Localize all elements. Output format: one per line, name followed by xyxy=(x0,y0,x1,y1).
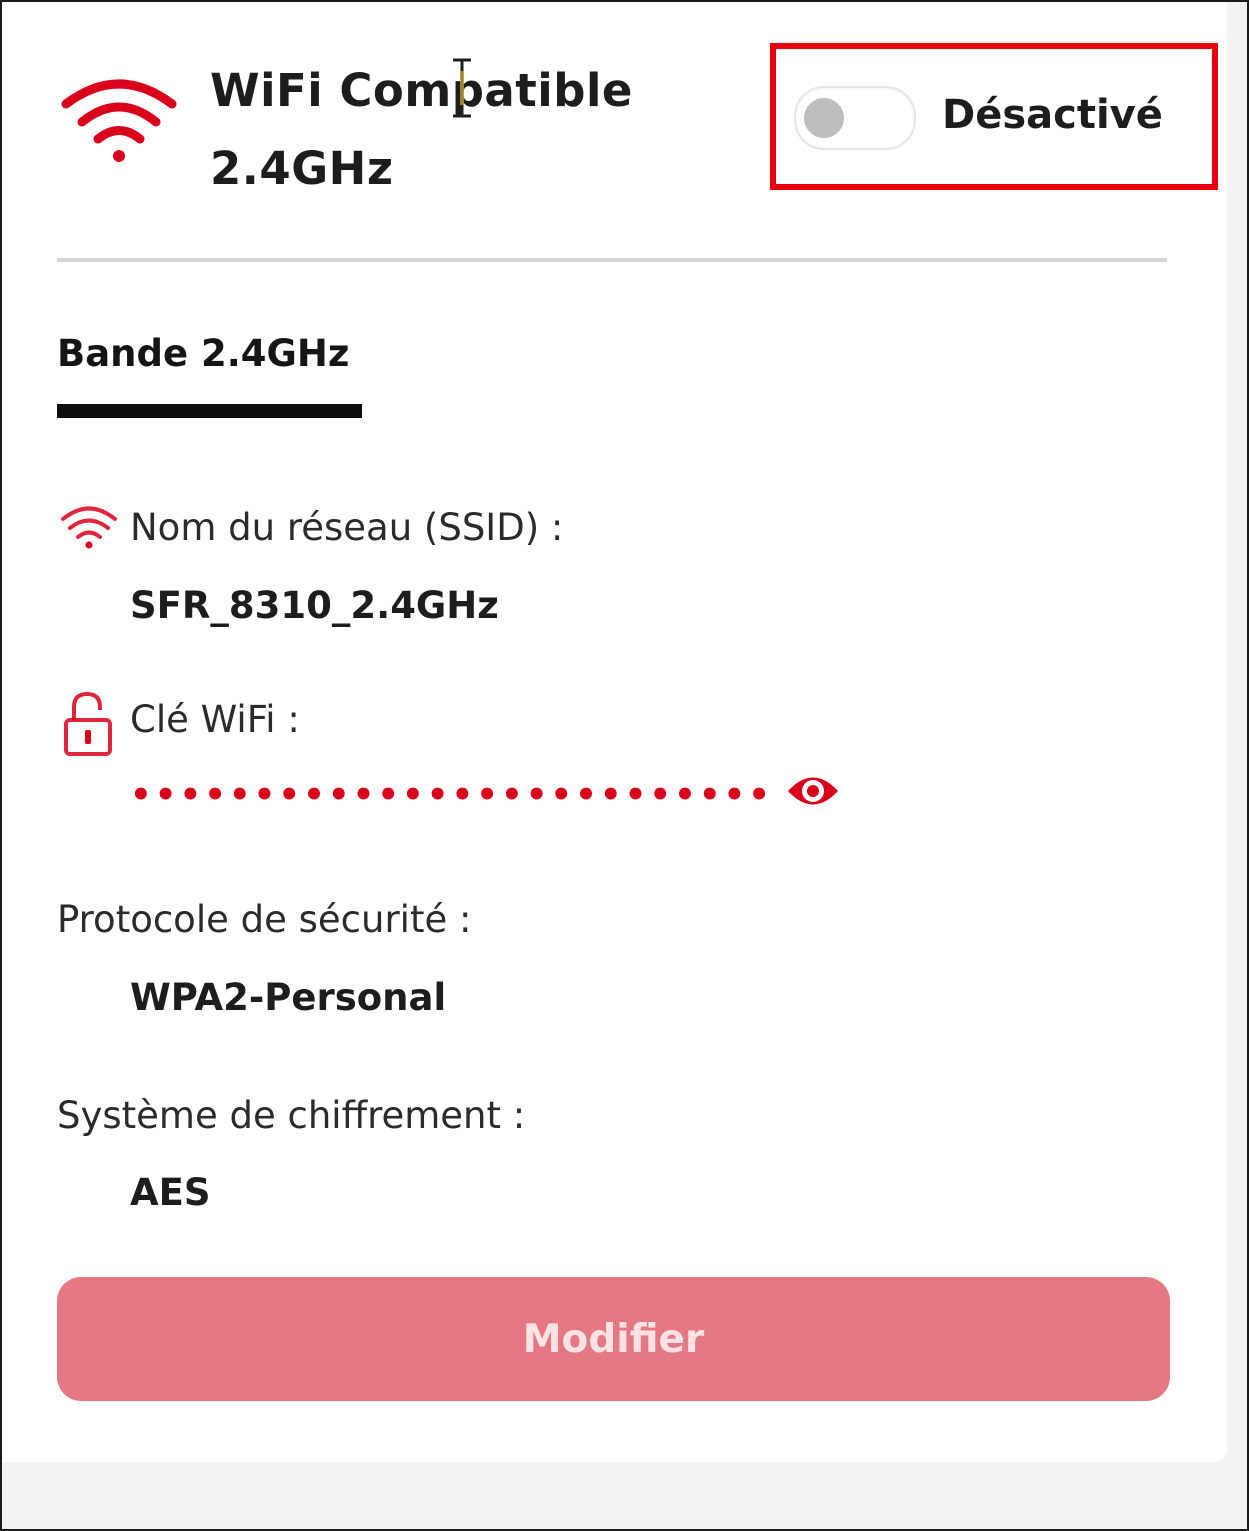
encryption-value: AES xyxy=(130,1171,211,1214)
wifi-icon xyxy=(61,506,117,549)
toggle-knob xyxy=(804,98,844,138)
wifi-enable-toggle[interactable] xyxy=(794,86,916,150)
text-cursor-icon xyxy=(453,58,471,118)
wifi-key-label: Clé WiFi : xyxy=(130,698,300,741)
wifi-key-value: •••••••••••••••••••••••••••• xyxy=(130,775,770,815)
modify-button[interactable]: Modifier xyxy=(57,1277,1170,1401)
unlock-icon xyxy=(64,691,112,756)
security-protocol-value: WPA2-Personal xyxy=(130,976,447,1019)
tab-band-2-4ghz[interactable]: Bande 2.4GHz xyxy=(57,328,349,380)
toggle-status-label: Désactivé xyxy=(942,92,1163,138)
title-line-2: 2.4GHz xyxy=(210,142,394,195)
header-divider xyxy=(57,258,1167,262)
ssid-label: Nom du réseau (SSID) : xyxy=(130,506,564,549)
window-frame: WiFi Compatible 2.4GHz Désactivé Bande 2… xyxy=(0,0,1249,1531)
tab-active-indicator xyxy=(57,404,362,418)
ssid-value: SFR_8310_2.4GHz xyxy=(130,584,499,627)
encryption-label: Système de chiffrement : xyxy=(57,1094,526,1137)
title-line-1: WiFi Compatible xyxy=(210,64,633,117)
eye-icon[interactable] xyxy=(786,770,840,812)
security-protocol-label: Protocole de sécurité : xyxy=(57,898,472,941)
wifi-icon xyxy=(61,79,177,162)
page-title: WiFi Compatible 2.4GHz xyxy=(210,52,633,208)
wifi-settings-card: WiFi Compatible 2.4GHz Désactivé Bande 2… xyxy=(2,2,1227,1462)
